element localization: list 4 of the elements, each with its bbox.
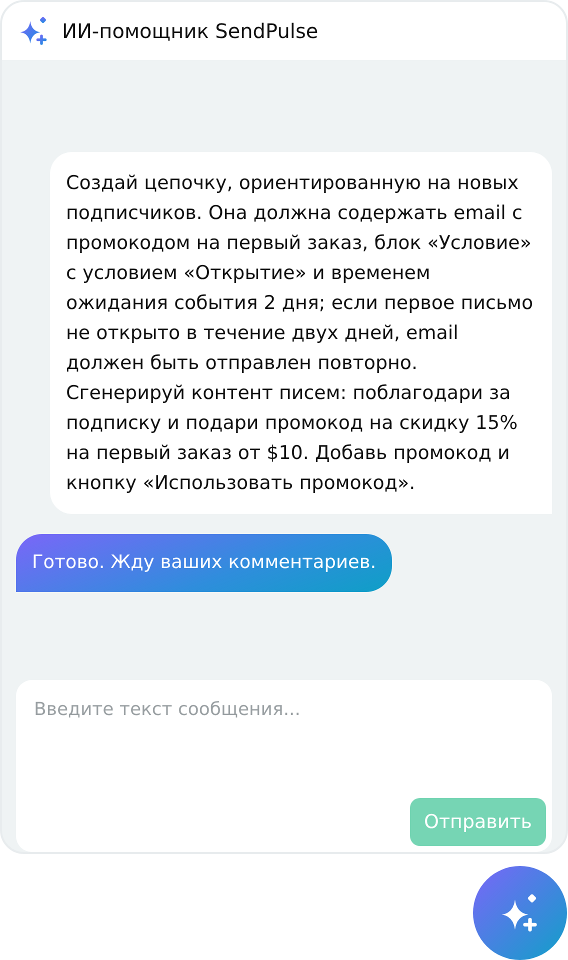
user-message: Создай цепочку, ориентированную на новых подписчиков. Она должна содержать email с промокодом на первый заказ, блок «Условие» с условием «Открытие» и временем ожидания события 2 дня; если первое письмо не открыто в течение двух дней, email должен быть отправлен повторно. Сгенерируй контент писем: поблагодари за подписку и подари промокод на скидку 15% на первый заказ от $10. Добавь промокод и кнопку «Использовать промокод». (50, 152, 552, 514)
sparkle-icon (500, 893, 540, 933)
chat-title: ИИ-помощник SendPulse (62, 18, 318, 45)
assistant-message: Готово. Жду ваших комментариев. (16, 534, 392, 592)
